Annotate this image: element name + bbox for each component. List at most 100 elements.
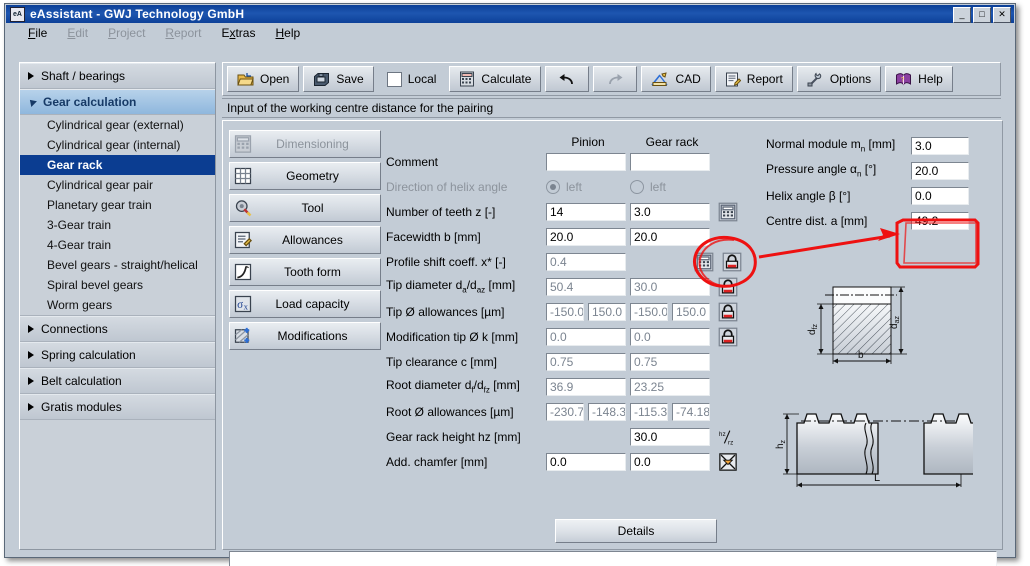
root-allow-pinion-lower-input[interactable]: -148.3 [588, 403, 626, 421]
normal-module-input[interactable]: 3.0 [911, 137, 969, 155]
menu-report: Report [165, 26, 201, 40]
root-diameter-rack-input[interactable]: 23.25 [630, 378, 710, 396]
module-button-column: Dimensioning Geometry [229, 130, 381, 354]
centre-distance-input[interactable]: 49.2 [911, 212, 969, 230]
tip-clearance-rack-input[interactable]: 0.75 [630, 353, 710, 371]
sidebar-item-cylindrical-gear-external[interactable]: Cylindrical gear (external) [20, 115, 215, 135]
sidebar-item-4-gear-train[interactable]: 4-Gear train [20, 235, 215, 255]
sidebar-item-gear-rack[interactable]: Gear rack [20, 155, 215, 175]
sidebar-group-connections[interactable]: Connections [20, 316, 215, 342]
lock-icon[interactable] [718, 302, 738, 322]
calculate-button[interactable]: Calculate [449, 66, 541, 92]
sidebar-group-gear-calculation[interactable]: Gear calculation [20, 89, 215, 115]
mod-tip-rack-input[interactable]: 0.0 [630, 328, 710, 346]
menu-file[interactable]: File [28, 26, 47, 40]
facewidth-pinion-input[interactable]: 20.0 [546, 228, 626, 246]
checkbox-box [387, 72, 402, 87]
details-button[interactable]: Details [555, 519, 717, 543]
sidebar-item-planetary-gear-train[interactable]: Planetary gear train [20, 195, 215, 215]
profile-shift-pinion-input[interactable]: 0.4 [546, 253, 626, 271]
root-allow-pinion-upper-input[interactable]: -230.7 [546, 403, 584, 421]
lock-icon[interactable] [718, 277, 738, 297]
rack-profile-diagram: hz L [773, 401, 973, 519]
teeth-pinion-input[interactable]: 14 [546, 203, 626, 221]
application-window: eA eAssistant - GWJ Technology GmbH _ □ … [0, 0, 1030, 566]
tool-button[interactable]: Tool [229, 194, 381, 222]
chamfer-pinion-input[interactable]: 0.0 [546, 453, 626, 471]
save-button[interactable]: Save [303, 66, 373, 92]
menu-extras[interactable]: Extras [221, 26, 255, 40]
tip-allow-rack-lower-input[interactable]: 150.0 [672, 303, 710, 321]
svg-text:L: L [874, 472, 880, 484]
load-capacity-button[interactable]: σ x Load capacity [229, 290, 381, 318]
help-button[interactable]: ? Help [885, 66, 953, 92]
hz-rz-icon[interactable]: hz rz [718, 427, 738, 447]
main-area: Open Save Local [222, 62, 1001, 548]
lock-icon[interactable] [718, 327, 738, 347]
navigation-sidebar: Shaft / bearings Gear calculation Cylind… [19, 62, 216, 550]
chamfer-rack-input[interactable]: 0.0 [630, 453, 710, 471]
sidebar-group-spring-calculation[interactable]: Spring calculation [20, 342, 215, 368]
close-button[interactable]: ✕ [993, 7, 1011, 23]
maximize-button[interactable]: □ [973, 7, 991, 23]
calculate-label: Calculate [481, 72, 531, 86]
sidebar-group-shaft-bearings[interactable]: Shaft / bearings [20, 63, 215, 89]
local-checkbox[interactable]: Local [378, 67, 446, 91]
sidebar-item-cylindrical-gear-internal[interactable]: Cylindrical gear (internal) [20, 135, 215, 155]
svg-text:b: b [858, 350, 864, 361]
modifications-icon [233, 326, 253, 346]
open-button[interactable]: Open [227, 66, 299, 92]
report-button[interactable]: Report [715, 66, 793, 92]
comment-pinion-input[interactable] [546, 153, 626, 171]
sidebar-item-3-gear-train[interactable]: 3-Gear train [20, 215, 215, 235]
root-allow-rack-upper-input[interactable]: -115.3 [630, 403, 668, 421]
pressure-angle-input[interactable]: 20.0 [911, 162, 969, 180]
tip-allow-rack-upper-input[interactable]: -150.0 [630, 303, 668, 321]
column-header-gear-rack: Gear rack [630, 135, 714, 149]
tip-allow-pinion-lower-input[interactable]: 150.0 [588, 303, 626, 321]
menu-project: Project [108, 26, 145, 40]
rack-height-input[interactable]: 30.0 [630, 428, 710, 446]
cad-button[interactable]: CAD [641, 66, 710, 92]
comment-rack-input[interactable] [630, 153, 710, 171]
teeth-rack-input[interactable]: 3.0 [630, 203, 710, 221]
sidebar-item-worm-gears[interactable]: Worm gears [20, 295, 215, 315]
sidebar-group-label: Shaft / bearings [41, 69, 125, 83]
facewidth-rack-input[interactable]: 20.0 [630, 228, 710, 246]
calculator-icon[interactable] [718, 202, 738, 222]
root-diameter-pinion-input[interactable]: 36.9 [546, 378, 626, 396]
minimize-button[interactable]: _ [953, 7, 971, 23]
menu-help[interactable]: Help [275, 26, 300, 40]
helix-angle-input[interactable]: 0.0 [911, 187, 969, 205]
sidebar-group-gratis-modules[interactable]: Gratis modules [20, 394, 215, 420]
form-row-tip-allowances: Tip Ø allowances [µm] -150.0 150.0 -150.… [386, 299, 756, 324]
sidebar-group-label: Gratis modules [41, 400, 122, 414]
menu-edit: Edit [67, 26, 88, 40]
sidebar-item-cylindrical-gear-pair[interactable]: Cylindrical gear pair [20, 175, 215, 195]
tooth-form-label: Tooth form [253, 265, 380, 279]
tip-diameter-pinion-input[interactable]: 50.4 [546, 278, 626, 296]
allowances-button[interactable]: Allowances [229, 226, 381, 254]
undo-button[interactable] [545, 66, 589, 92]
geometry-button[interactable]: Geometry [229, 162, 381, 190]
tip-diameter-rack-input[interactable]: 30.0 [630, 278, 710, 296]
tip-allow-pinion-upper-input[interactable]: -150.0 [546, 303, 584, 321]
sidebar-group-belt-calculation[interactable]: Belt calculation [20, 368, 215, 394]
options-button[interactable]: Options [797, 66, 881, 92]
radio-icon [546, 180, 560, 194]
root-allow-rack-lower-input[interactable]: -74.18 [672, 403, 710, 421]
chamfer-icon[interactable] [718, 452, 738, 472]
svg-text:hz: hz [719, 431, 726, 438]
hint-text: Input of the working centre distance for… [227, 101, 493, 115]
lock-icon[interactable] [722, 252, 742, 272]
tooth-form-button[interactable]: Tooth form [229, 258, 381, 286]
radio-label: left [650, 180, 666, 194]
tip-clearance-pinion-input[interactable]: 0.75 [546, 353, 626, 371]
mod-tip-pinion-input[interactable]: 0.0 [546, 328, 626, 346]
calculator-icon [233, 134, 253, 154]
calculator-icon[interactable] [694, 252, 714, 272]
sidebar-item-spiral-bevel-gears[interactable]: Spiral bevel gears [20, 275, 215, 295]
row-label: Number of teeth z [-] [386, 205, 546, 219]
sidebar-item-bevel-gears[interactable]: Bevel gears - straight/helical [20, 255, 215, 275]
modifications-button[interactable]: Modifications [229, 322, 381, 350]
